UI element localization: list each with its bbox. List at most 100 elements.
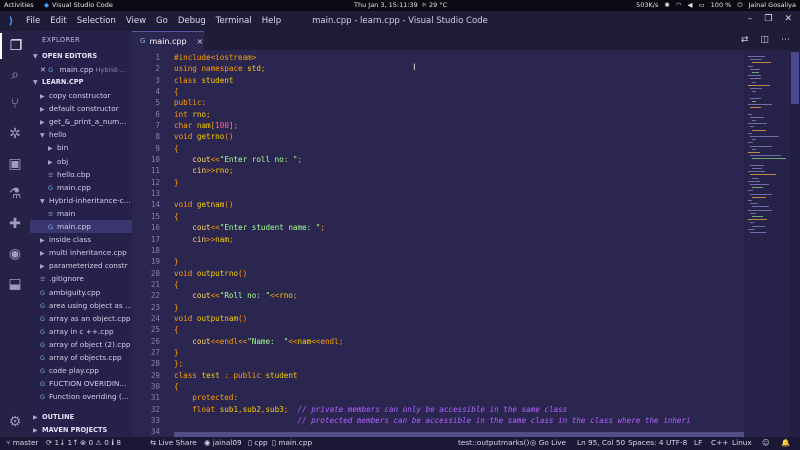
file-status[interactable]: ▯ main.cpp [272,438,312,447]
menu-terminal[interactable]: Terminal [216,16,252,26]
code-line[interactable]: } [174,302,744,313]
restore-icon[interactable]: ❐ [764,14,772,24]
code-line[interactable]: { [174,143,744,154]
tree-item[interactable]: ▶ parameterized constr [30,259,132,272]
indentation-status[interactable]: Spaces: 4 [628,438,663,447]
tree-item[interactable]: Garray of object (2).cpp [30,338,132,351]
minimize-icon[interactable]: – [748,14,753,24]
code-line[interactable]: void outputrno() [174,268,744,279]
tree-item[interactable]: Gambiguity.cpp [30,286,132,299]
code-line[interactable]: { [174,86,744,97]
tree-item[interactable]: G FUCTION OVERIDIN... [30,377,132,390]
explorer-icon[interactable]: ❐ [0,33,30,59]
problems-status[interactable]: ⊗ 0 ⚠ 0 ℹ 8 [80,438,121,447]
language-status[interactable]: C++ [711,438,728,447]
datetime[interactable]: Thu Jan 3, 15:11:39 [354,1,418,9]
open-editor-item[interactable]: ✕ G main.cpp Hybrid-... [30,63,132,76]
cursor-position[interactable]: Ln 95, Col 50 [577,438,625,447]
extensions-icon[interactable]: ▣ [0,151,30,177]
code-line[interactable]: public: [174,97,744,108]
encoding-status[interactable]: UTF-8 [666,438,687,447]
tree-item[interactable]: Garray in c ++.cpp [30,325,132,338]
spotify-icon[interactable]: ◉ [0,241,30,267]
split-editor-icon[interactable]: ◫ [760,35,769,45]
cpp-status[interactable]: ▯ cpp [248,438,268,447]
go-live-button[interactable]: ◎ Go Live [530,438,566,447]
search-icon[interactable]: ⌕ [0,62,30,88]
tree-item[interactable]: ≡ hello.cbp [30,168,132,181]
tree-item[interactable]: ▶ multi inheritance.cpp [30,246,132,259]
tab-main-cpp[interactable]: G main.cpp × [132,31,204,50]
outline-section[interactable]: ▶ OUTLINE [30,411,132,424]
tree-item[interactable]: ▶ bin [30,141,132,154]
code-line[interactable]: cin>>rno; [174,165,744,176]
menu-debug[interactable]: Debug [178,16,206,26]
workspace-section[interactable]: ▼ LEARN.CPP [30,76,132,89]
code-line[interactable] [174,188,744,199]
code-line[interactable]: { [174,324,744,335]
puzzle-icon[interactable]: ✚ [0,211,30,237]
code-line[interactable]: } [174,177,744,188]
open-editors-section[interactable]: ▼ OPEN EDITORS [30,50,132,63]
feedback-icon[interactable]: ☺ [762,438,770,447]
test-flask-icon[interactable]: ⚗ [0,181,30,207]
symbol-status[interactable]: test::outputmarks() [458,438,529,447]
code-line[interactable]: cout<<"Roll no: "<<rno; [174,290,744,301]
code-line[interactable]: cout<<"Enter roll no: "; [174,154,744,165]
sync-status[interactable]: ⟳ 1↓ 1↑ [46,438,78,447]
compare-icon[interactable]: ⇄ [741,35,749,45]
tree-item[interactable]: Gmain.cpp [30,181,132,194]
tree-item[interactable]: ▼ Hybrid-inheritance-c... [30,194,132,207]
code-line[interactable]: // protected members can be accessible i… [174,415,744,426]
app-name[interactable]: Visual Studio Code [52,1,113,9]
menu-edit[interactable]: Edit [50,16,66,26]
eol-status[interactable]: LF [694,438,702,447]
code-line[interactable]: { [174,279,744,290]
tree-item[interactable]: ▶ obj [30,155,132,168]
menu-selection[interactable]: Selection [77,16,116,26]
code-line[interactable]: void outputnam() [174,313,744,324]
code-line[interactable]: { [174,381,744,392]
code-line[interactable]: cout<<endl<<"Name: "<<nam<<endl; [174,336,744,347]
code-line[interactable]: } [174,347,744,358]
notifications-bell-icon[interactable]: 🔔 [781,438,790,447]
code-line[interactable]: cout<<"Enter student name: "; [174,222,744,233]
os-status[interactable]: Linux [732,438,752,447]
code-line[interactable]: } [174,256,744,267]
live-share-button[interactable]: ⇆ Live Share [150,438,197,447]
code-line[interactable]: using namespace std; [174,63,744,74]
tree-item[interactable]: Garray as an object.cpp [30,312,132,325]
debug-icon[interactable]: ✲ [0,121,30,147]
menu-help[interactable]: Help [262,16,281,26]
code-line[interactable] [174,245,744,256]
tree-item[interactable]: ≡ .gitignore [30,272,132,285]
minimap[interactable] [744,50,790,437]
scrollbar-thumb[interactable] [791,52,799,104]
close-icon[interactable]: ✕ [784,14,792,24]
tree-item[interactable]: G Function overiding (... [30,390,132,403]
system-tray[interactable]: 503K/s ✺ ◠ ◀ ▭ 100 % ⏻ Jainal Gosaliya [636,1,796,10]
code-line[interactable]: char nam[100]; [174,120,744,131]
close-icon[interactable]: ✕ [40,66,48,74]
code-line[interactable]: protected: [174,392,744,403]
tab-close-icon[interactable]: × [197,37,204,46]
vertical-scrollbar[interactable] [790,50,800,437]
more-actions-icon[interactable]: ⋯ [781,35,790,45]
menu-file[interactable]: File [26,16,40,26]
source-control-icon[interactable]: ⑂ [0,91,30,117]
menu-view[interactable]: View [126,16,146,26]
code-line[interactable]: #include<iostream> [174,52,744,63]
menu-go[interactable]: Go [156,16,168,26]
code-line[interactable]: cin>>nam; [174,234,744,245]
code-line[interactable]: }; [174,358,744,369]
code-line[interactable]: void getrno() [174,131,744,142]
tree-item[interactable]: Gmain.cpp [30,220,132,234]
code-line[interactable]: { [174,211,744,222]
tree-item[interactable]: ≡ main [30,207,132,220]
tree-item[interactable]: ▶ inside class [30,233,132,246]
branch-status[interactable]: ⑂ master [6,438,38,447]
weather-temp[interactable]: 29 °C [429,1,447,9]
github-user[interactable]: ◉ jainal09 [204,438,242,447]
tree-item[interactable]: Garea using object as ... [30,299,132,312]
code-editor[interactable]: 1 2 3 4 5 6 7 8 9 10 11 12 13 14 15 16 17 18 19 20 21 22 23 24 2… [132,50,744,437]
